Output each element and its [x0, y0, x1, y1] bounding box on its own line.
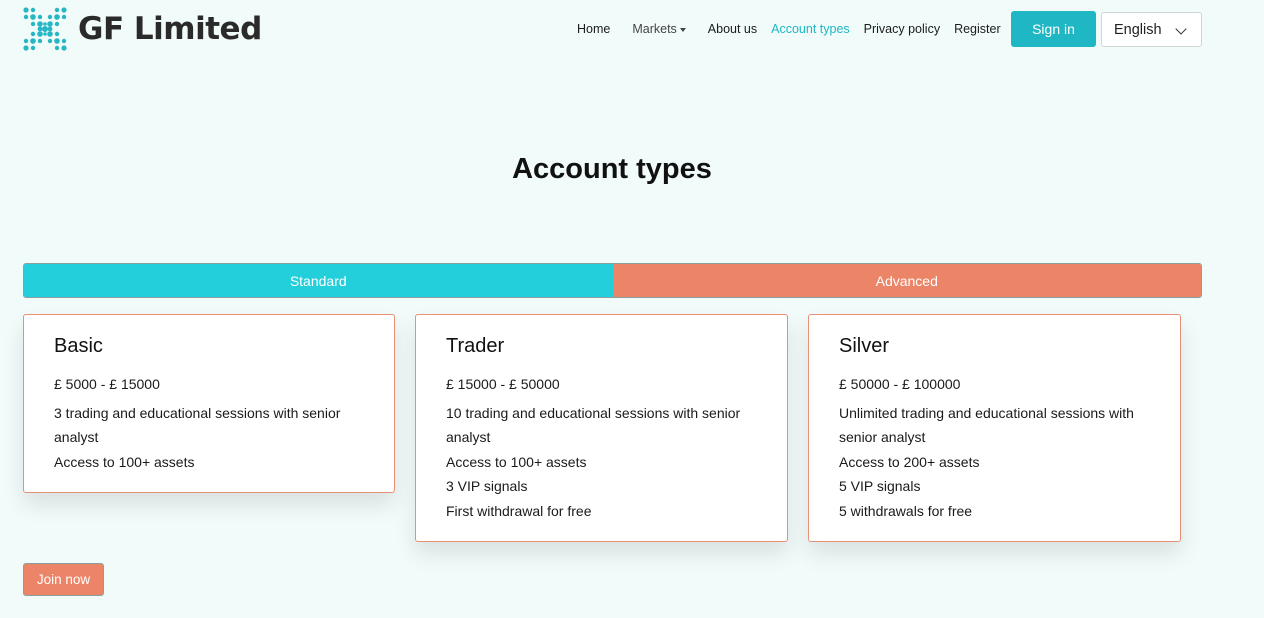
- sign-in-button[interactable]: Sign in: [1011, 11, 1096, 47]
- site-header: GF Limited Home Markets About us Account…: [0, 0, 1264, 60]
- brand-logo[interactable]: GF Limited: [22, 6, 262, 52]
- page-title: Account types: [512, 153, 712, 185]
- language-select[interactable]: English: [1101, 12, 1202, 47]
- card-feature: 3 trading and educational sessions with …: [54, 404, 341, 446]
- main-nav: Home Markets About us Account types Priv…: [577, 22, 1001, 36]
- card-feature: 10 trading and educational sessions with…: [446, 404, 741, 446]
- card-price: £ 5000 - £ 15000: [54, 376, 160, 392]
- card-feature: Access to 100+ assets: [54, 453, 195, 470]
- card-feature: First withdrawal for free: [446, 502, 592, 519]
- card-price: £ 50000 - £ 100000: [839, 376, 961, 392]
- join-now-button[interactable]: Join now: [23, 563, 104, 596]
- card-feature: 3 VIP signals: [446, 478, 528, 494]
- nav-markets[interactable]: Markets: [632, 22, 686, 36]
- account-tabs: Standard Advanced: [23, 263, 1202, 298]
- x-dots-logo-icon: [23, 7, 67, 51]
- account-card-basic: Basic £ 5000 - £ 15000 3 trading and edu…: [23, 314, 395, 493]
- language-selected-label: English: [1114, 21, 1162, 38]
- tab-standard[interactable]: Standard: [24, 264, 613, 297]
- nav-account-types[interactable]: Account types: [771, 22, 850, 36]
- tab-advanced[interactable]: Advanced: [612, 264, 1201, 297]
- chevron-down-icon: [1175, 23, 1187, 35]
- card-feature: Access to 100+ assets: [446, 453, 587, 470]
- card-price: £ 15000 - £ 50000: [446, 376, 560, 392]
- card-feature: Access to 200+ assets: [839, 453, 980, 470]
- card-title: Basic: [54, 335, 103, 357]
- nav-markets-label: Markets: [632, 22, 677, 36]
- account-card-silver: Silver £ 50000 - £ 100000 Unlimited trad…: [808, 314, 1181, 542]
- card-title: Trader: [446, 335, 505, 357]
- brand-name: GF Limited: [78, 11, 262, 47]
- card-feature: Unlimited trading and educational sessio…: [839, 404, 1134, 446]
- nav-privacy[interactable]: Privacy policy: [864, 22, 940, 36]
- card-feature: 5 withdrawals for free: [839, 502, 973, 519]
- caret-down-icon: [679, 27, 686, 32]
- card-title: Silver: [839, 335, 890, 357]
- nav-about[interactable]: About us: [708, 22, 757, 36]
- nav-register[interactable]: Register: [954, 22, 1001, 36]
- account-card-trader: Trader £ 15000 - £ 50000 10 trading and …: [415, 314, 788, 542]
- card-feature: 5 VIP signals: [839, 478, 921, 494]
- nav-home[interactable]: Home: [577, 22, 610, 36]
